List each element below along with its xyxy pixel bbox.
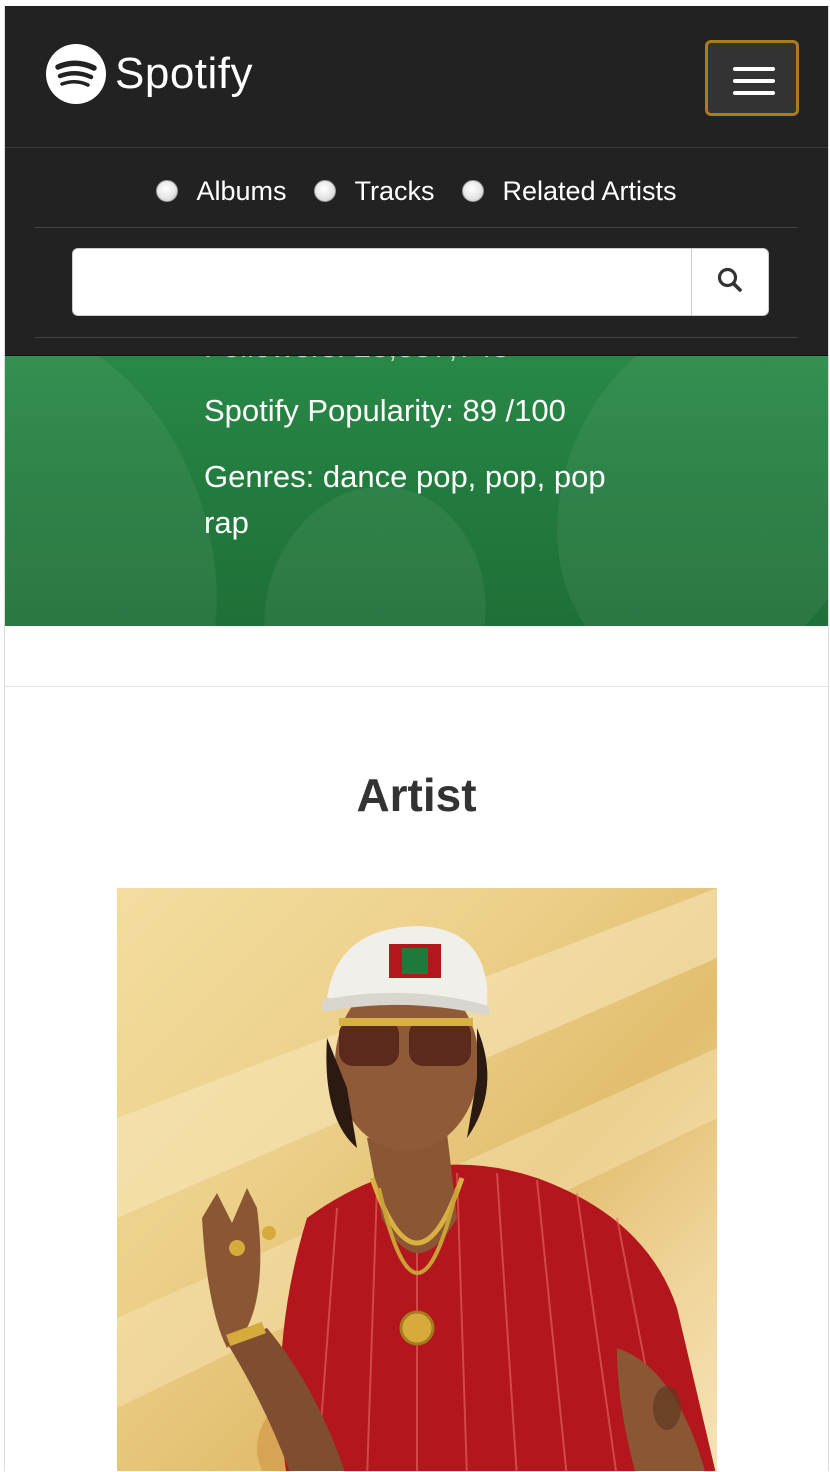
navbar: Spotify Albums Tracks Related Artists (5, 6, 828, 356)
menu-toggle-button[interactable] (705, 40, 799, 116)
section-title: Artist (356, 769, 477, 821)
radio-albums[interactable]: Albums (156, 176, 286, 207)
radio-button[interactable] (462, 180, 485, 202)
navbar-divider (35, 337, 798, 338)
radio-label: Tracks (354, 175, 435, 206)
artist-image (117, 888, 717, 1471)
navbar-divider (35, 227, 798, 228)
page: Followers: 28,557,743 Spotify Popularity… (4, 6, 829, 1471)
brand-name: Spotify (115, 49, 254, 98)
search-button[interactable] (691, 248, 769, 316)
brand-link[interactable]: Spotify (46, 44, 253, 104)
search-type-group: Albums Tracks Related Artists (5, 170, 828, 212)
search-icon (716, 266, 744, 299)
navbar-divider (5, 147, 828, 148)
hero-popularity: Spotify Popularity: 89 /100 (204, 393, 566, 428)
search-input[interactable] (72, 248, 691, 316)
search-form (72, 248, 769, 316)
radio-related-artists[interactable]: Related Artists (462, 175, 677, 207)
radio-label: Related Artists (502, 175, 677, 206)
radio-tracks[interactable]: Tracks (314, 176, 434, 207)
radio-button[interactable] (156, 180, 179, 202)
radio-button[interactable] (314, 180, 337, 202)
spotify-logo-icon (46, 44, 106, 104)
radio-label: Albums (196, 175, 287, 206)
hero-genres: Genres: dance pop, pop, pop rap (204, 459, 606, 540)
section-divider (5, 686, 828, 687)
